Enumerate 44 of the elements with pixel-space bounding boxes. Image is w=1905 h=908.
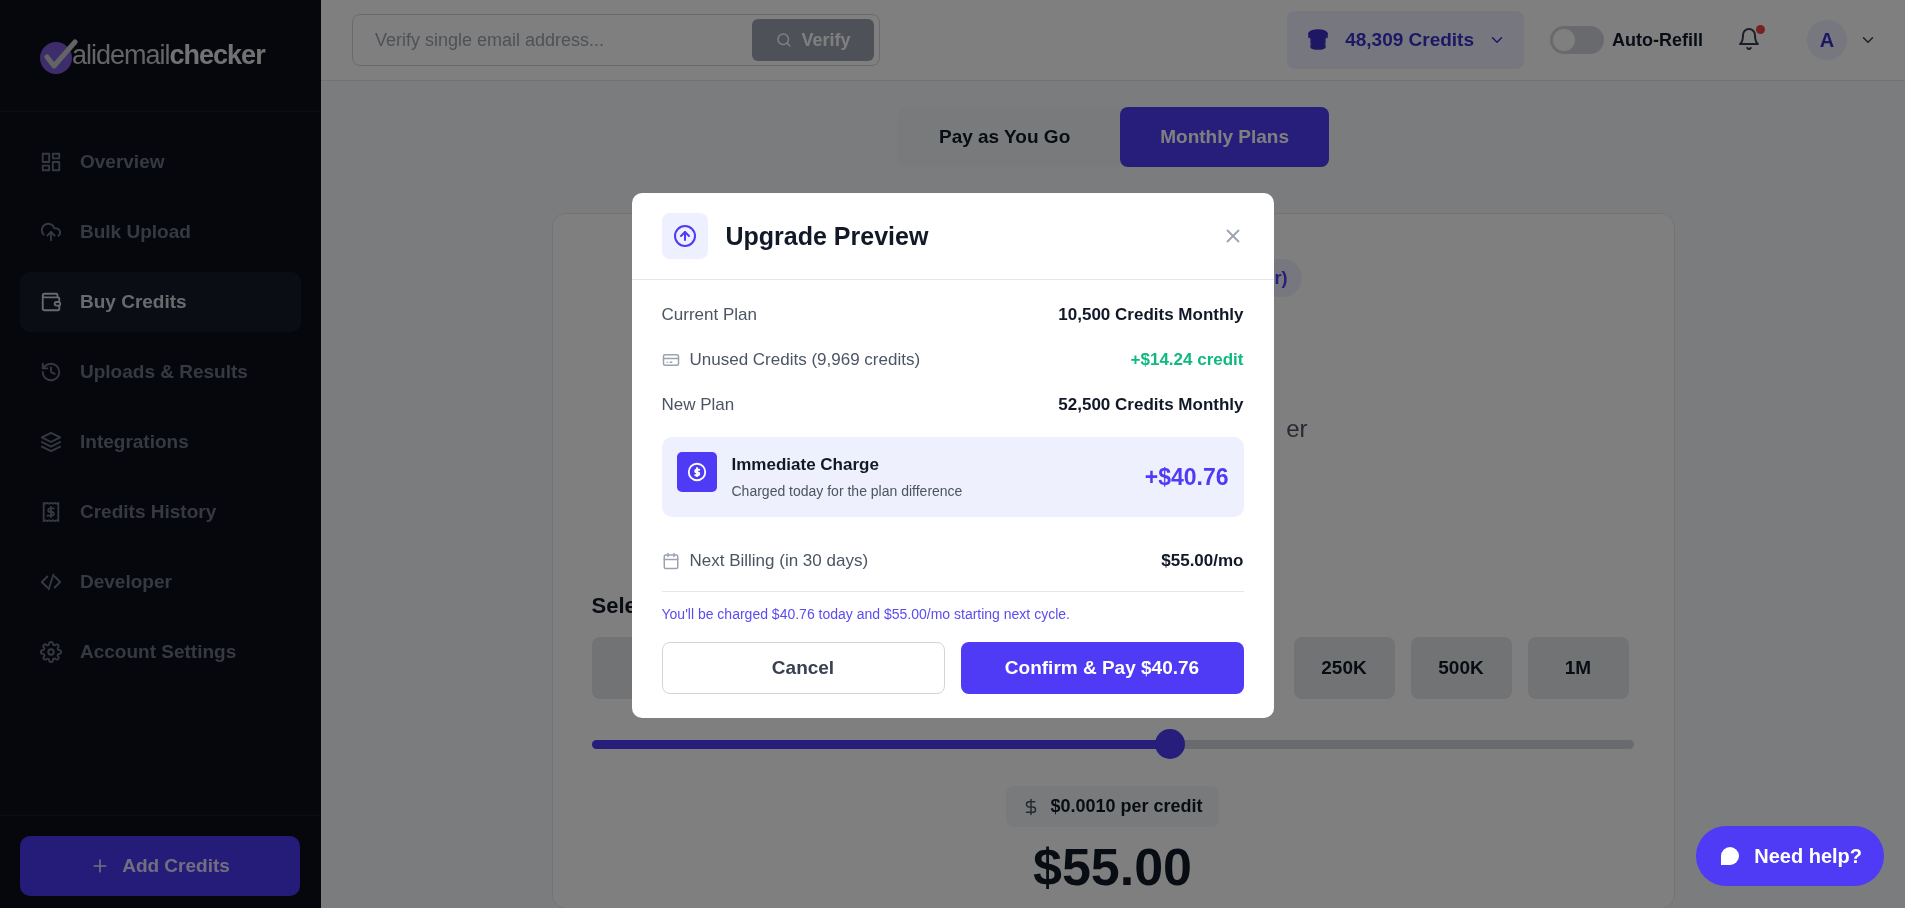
add-credits-button[interactable]: Add Credits	[20, 836, 300, 896]
price: $55.00	[1032, 841, 1192, 893]
dialog-title: Upgrade Preview	[725, 221, 929, 251]
slider-track[interactable]	[591, 729, 1634, 759]
row-value: $55.00/mo	[1161, 551, 1244, 571]
summary-note: You'll be charged $40.76 today and $55.00/mo starting next cycle.	[661, 606, 1071, 622]
history-icon	[40, 361, 62, 383]
charge-title: Immediate Charge	[731, 455, 880, 475]
row-label: Unused Credits (9,969 credits)	[689, 349, 921, 370]
row-label: Next Billing (in 30 days)	[689, 551, 869, 571]
cancel-button[interactable]: Cancel	[661, 642, 945, 694]
card-text: er	[1286, 415, 1308, 443]
rate-text: $0.0010 per credit	[1050, 796, 1203, 817]
cloud-upload-icon	[40, 221, 62, 243]
layers-icon	[40, 431, 62, 453]
tab[interactable]: Monthly Plans	[1120, 107, 1330, 167]
charge-subtitle: Charged today for the plan difference	[731, 483, 964, 499]
avatar[interactable]: A	[1807, 20, 1847, 60]
plan-option[interactable]: 250K	[1293, 637, 1395, 699]
charge-amount: +$40.76	[1144, 463, 1229, 491]
row-label: New Plan	[661, 394, 735, 415]
row-label: Current Plan	[661, 304, 757, 325]
row-value: +$14.24 credit	[1130, 349, 1244, 370]
plan-option[interactable]: 500K	[1410, 637, 1512, 699]
gear-icon	[40, 641, 62, 663]
confirm-button[interactable]: Confirm & Pay $40.76	[960, 642, 1244, 694]
grid-icon	[40, 151, 62, 173]
plan-option[interactable]: 1M	[1527, 637, 1629, 699]
calendar-icon	[661, 552, 680, 570]
logo-text: alidemailchecker	[72, 40, 265, 71]
row-value: 52,500 Credits Monthly	[1058, 394, 1244, 415]
bell-icon	[1737, 27, 1761, 51]
tab[interactable]: Pay as You Go	[896, 107, 1113, 167]
notification-bell[interactable]	[1737, 27, 1763, 53]
receipt-icon	[40, 501, 62, 523]
help-button[interactable]: Need help?	[1696, 826, 1884, 886]
search-icon	[775, 31, 794, 49]
toggle-label: Auto-Refill	[1612, 29, 1703, 51]
credits-dropdown[interactable]: 48,309 Credits	[1287, 11, 1524, 69]
wallet-icon	[40, 291, 62, 313]
sidebar-item[interactable]: Buy Credits	[20, 272, 301, 332]
code-icon	[40, 571, 62, 593]
slider-thumb[interactable]	[1154, 729, 1185, 759]
row-value: 10,500 Credits Monthly	[1058, 304, 1244, 325]
